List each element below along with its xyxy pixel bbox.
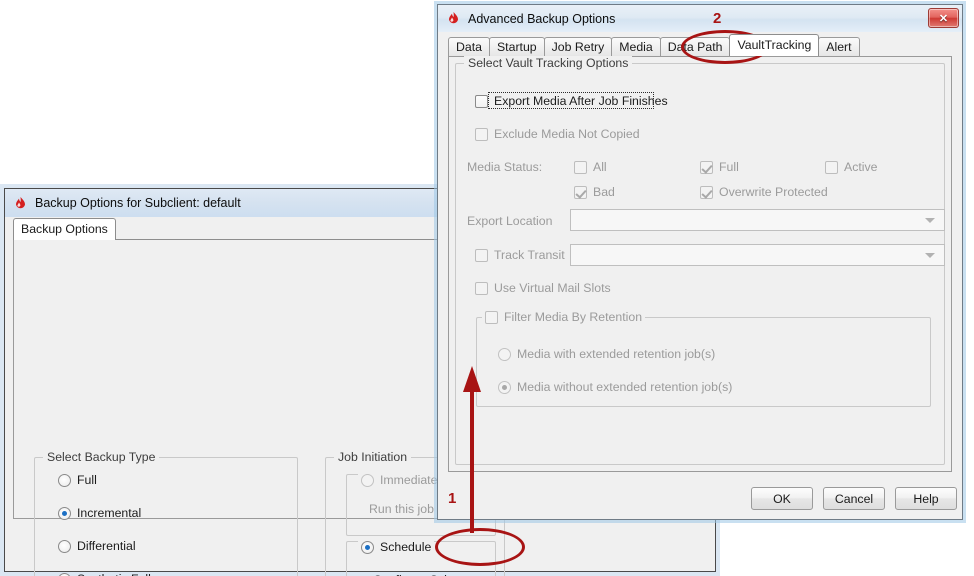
radio-incremental-label: Incremental: [77, 506, 142, 520]
radio-synthetic-full-label: Synthetic Full: [77, 572, 151, 576]
radio-full-label: Full: [77, 473, 97, 487]
tab-startup[interactable]: Startup: [488, 37, 545, 56]
tab-startup-label: Startup: [496, 40, 537, 54]
advanced-ok-label: OK: [773, 491, 791, 506]
annotation-step-1: 1: [448, 490, 457, 507]
tab-vaulttracking-label: VaultTracking: [737, 38, 812, 52]
checkbox-media-status-full[interactable]: Full: [700, 160, 739, 174]
tab-data-label: Data: [456, 40, 482, 54]
tab-media[interactable]: Media: [611, 37, 661, 56]
radio-media-with-extended-retention[interactable]: Media with extended retention job(s): [498, 347, 715, 361]
radio-full[interactable]: Full: [58, 473, 97, 487]
radio-schedule-indicator: [361, 540, 374, 554]
advanced-ok-button[interactable]: OK: [751, 487, 813, 510]
backup-options-tabstrip: Backup Options: [13, 218, 116, 240]
checkbox-overwrite-protected-label: Overwrite Protected: [719, 185, 828, 199]
tab-backup-options-label: Backup Options: [21, 222, 108, 236]
radio-schedule[interactable]: Schedule: [358, 540, 435, 554]
checkbox-filter-media-by-retention[interactable]: Filter Media By Retention: [482, 310, 646, 324]
radio-differential[interactable]: Differential: [58, 539, 136, 553]
checkbox-bad-label: Bad: [593, 185, 615, 199]
export-location-label: Export Location: [467, 214, 553, 228]
radio-synthetic-full-indicator: [58, 572, 71, 576]
advanced-cancel-button[interactable]: Cancel: [823, 487, 885, 510]
radio-differential-label: Differential: [77, 539, 136, 553]
radio-immediate-indicator: [361, 473, 374, 487]
checkbox-track-transit[interactable]: Track Transit: [475, 248, 565, 262]
track-transit-combo[interactable]: [570, 244, 945, 266]
tab-media-label: Media: [619, 40, 653, 54]
commvault-flame-icon: [13, 196, 28, 211]
checkbox-track-transit-label: Track Transit: [494, 248, 565, 262]
radio-immediate[interactable]: Immediate: [358, 473, 441, 487]
radio-immediate-label: Immediate: [380, 473, 438, 487]
tab-job-retry-label: Job Retry: [551, 40, 605, 54]
radio-media-without-extended-retention[interactable]: Media without extended retention job(s): [498, 380, 732, 394]
radio-schedule-label: Schedule: [380, 540, 432, 554]
radio-media-with-label: Media with extended retention job(s): [517, 347, 716, 361]
commvault-flame-icon: [446, 11, 461, 26]
export-location-combo[interactable]: [570, 209, 945, 231]
tab-alert-label: Alert: [826, 40, 852, 54]
checkbox-all-indicator: [574, 160, 587, 174]
radio-media-with-indicator: [498, 347, 511, 361]
checkbox-exclude-media-label: Exclude Media Not Copied: [494, 127, 640, 141]
checkbox-track-transit-indicator: [475, 248, 488, 262]
advanced-help-label: Help: [913, 491, 939, 506]
radio-media-without-indicator: [498, 380, 511, 394]
tab-data[interactable]: Data: [448, 37, 490, 56]
advanced-help-button[interactable]: Help: [895, 487, 957, 510]
radio-full-indicator: [58, 473, 71, 487]
close-glyph: ✕: [938, 12, 949, 25]
media-status-label: Media Status:: [467, 160, 543, 174]
annotation-ellipse-advanced: [435, 528, 525, 566]
radio-media-without-label: Media without extended retention job(s): [517, 380, 733, 394]
advanced-tabstrip: Data Startup Job Retry Media Data Path V…: [448, 34, 860, 56]
advanced-cancel-label: Cancel: [834, 491, 874, 506]
close-icon[interactable]: ✕: [928, 8, 959, 28]
annotation-step-2: 2: [713, 10, 722, 27]
immediate-description: Run this job n: [369, 502, 445, 516]
checkbox-exclude-media-not-copied[interactable]: Exclude Media Not Copied: [475, 127, 640, 141]
checkbox-use-virtual-mail-slots-label: Use Virtual Mail Slots: [494, 281, 611, 295]
checkbox-active-label: Active: [844, 160, 878, 174]
advanced-titlebar: Advanced Backup Options ✕: [438, 5, 962, 32]
checkbox-full-label: Full: [719, 160, 739, 174]
checkbox-export-media-indicator: [475, 94, 488, 108]
checkbox-media-status-all[interactable]: All: [574, 160, 607, 174]
screenshot-root: Backup Options for Subclient: default Ba…: [0, 0, 974, 576]
checkbox-active-indicator: [825, 160, 838, 174]
checkbox-media-status-active[interactable]: Active: [825, 160, 878, 174]
checkbox-bad-indicator: [574, 185, 587, 199]
radio-incremental-indicator: [58, 506, 71, 520]
checkbox-exclude-media-indicator: [475, 127, 488, 141]
checkbox-media-status-bad[interactable]: Bad: [574, 185, 615, 199]
tab-vaulttracking[interactable]: VaultTracking: [729, 34, 820, 56]
chevron-down-icon: [925, 217, 935, 223]
checkbox-filter-media-indicator: [485, 310, 498, 324]
checkbox-export-media-label: Export Media After Job Finishes: [494, 94, 668, 108]
checkbox-export-media-after-job-finishes[interactable]: Export Media After Job Finishes: [475, 94, 668, 108]
radio-differential-indicator: [58, 539, 71, 553]
tab-backup-options[interactable]: Backup Options: [13, 218, 116, 240]
select-backup-type-label: Select Backup Type: [43, 450, 160, 464]
checkbox-use-virtual-mail-slots-indicator: [475, 281, 488, 295]
advanced-title: Advanced Backup Options: [468, 11, 616, 26]
checkbox-use-virtual-mail-slots[interactable]: Use Virtual Mail Slots: [475, 281, 611, 295]
advanced-backup-options-window: Advanced Backup Options ✕ Data Startup J…: [437, 4, 963, 520]
tab-alert[interactable]: Alert: [818, 37, 860, 56]
checkbox-all-label: All: [593, 160, 607, 174]
checkbox-filter-media-label: Filter Media By Retention: [504, 310, 643, 324]
chevron-down-icon: [925, 252, 935, 258]
job-initiation-label: Job Initiation: [334, 450, 412, 464]
checkbox-full-indicator: [700, 160, 713, 174]
backup-options-title: Backup Options for Subclient: default: [35, 196, 241, 210]
select-vault-tracking-label: Select Vault Tracking Options: [464, 56, 633, 70]
radio-incremental[interactable]: Incremental: [58, 506, 141, 520]
radio-synthetic-full[interactable]: Synthetic Full: [58, 572, 151, 576]
checkbox-overwrite-protected-indicator: [700, 185, 713, 199]
tab-job-retry[interactable]: Job Retry: [543, 37, 613, 56]
checkbox-media-status-overwrite-protected[interactable]: Overwrite Protected: [700, 185, 828, 199]
